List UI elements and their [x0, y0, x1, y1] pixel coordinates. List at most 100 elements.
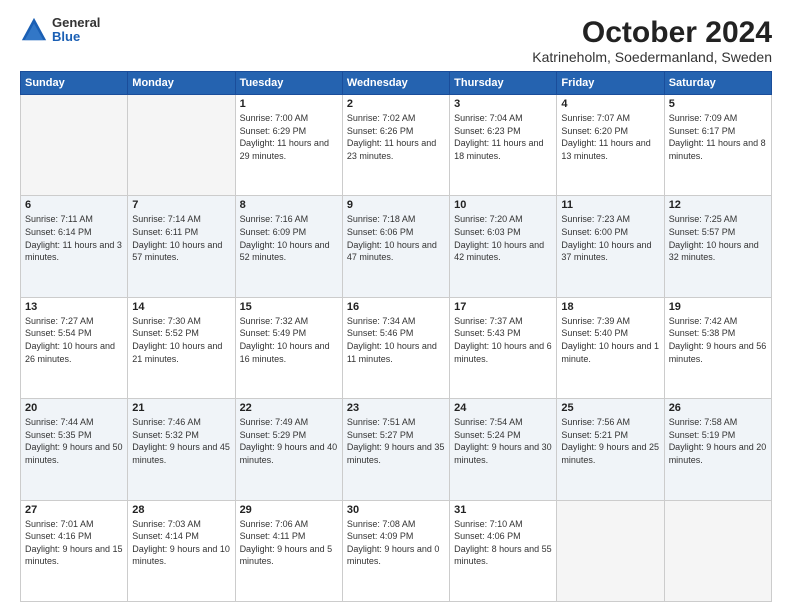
- day-info: Sunrise: 7:16 AM Sunset: 6:09 PM Dayligh…: [240, 213, 338, 263]
- calendar-cell: 25Sunrise: 7:56 AM Sunset: 5:21 PM Dayli…: [557, 399, 664, 500]
- calendar-cell: 11 Sunrise: 7:23 AM Sunset: 6:00 PM Dayli…: [557, 196, 664, 297]
- calendar-cell: 31 Sunrise: 7:10 AM Sunset: 4:06 PM Dayli…: [450, 500, 557, 601]
- day-number: 15: [240, 301, 338, 313]
- day-number: 31: [454, 504, 552, 516]
- col-sunday: Sunday: [21, 72, 128, 95]
- day-number: 1: [240, 98, 338, 110]
- calendar-cell: 29Sunrise: 7:06 AM Sunset: 4:11 PM Dayli…: [235, 500, 342, 601]
- day-number: 4: [561, 98, 659, 110]
- calendar-cell: 27Sunrise: 7:01 AM Sunset: 4:16 PM Dayli…: [21, 500, 128, 601]
- subtitle: Katrineholm, Soedermanland, Sweden: [532, 49, 772, 65]
- calendar-cell: [664, 500, 771, 601]
- day-number: 23: [347, 402, 445, 414]
- day-info: Sunrise: 7:54 AM Sunset: 5:24 PM Dayligh…: [454, 416, 552, 466]
- day-info: Sunrise: 7:07 AM Sunset: 6:20 PM Dayligh…: [561, 112, 659, 162]
- calendar-cell: 1 Sunrise: 7:00 AM Sunset: 6:29 PM Daylig…: [235, 95, 342, 196]
- calendar-cell: 17 Sunrise: 7:37 AM Sunset: 5:43 PM Dayli…: [450, 297, 557, 398]
- calendar-cell: 6 Sunrise: 7:11 AM Sunset: 6:14 PM Daylig…: [21, 196, 128, 297]
- day-number: 10: [454, 199, 552, 211]
- day-info: Sunrise: 7:44 AM Sunset: 5:35 PM Dayligh…: [25, 416, 123, 466]
- day-info: Sunrise: 7:06 AM Sunset: 4:11 PM Dayligh…: [240, 518, 338, 568]
- day-number: 9: [347, 199, 445, 211]
- day-info: Sunrise: 7:00 AM Sunset: 6:29 PM Dayligh…: [240, 112, 338, 162]
- calendar-cell: [128, 95, 235, 196]
- calendar-cell: 20 Sunrise: 7:44 AM Sunset: 5:35 PM Dayli…: [21, 399, 128, 500]
- day-number: 20: [25, 402, 123, 414]
- logo-icon: [20, 16, 48, 44]
- calendar-cell: 2 Sunrise: 7:02 AM Sunset: 6:26 PM Daylig…: [342, 95, 449, 196]
- calendar-cell: 10 Sunrise: 7:20 AM Sunset: 6:03 PM Dayli…: [450, 196, 557, 297]
- calendar-cell: 18 Sunrise: 7:39 AM Sunset: 5:40 PM Dayli…: [557, 297, 664, 398]
- col-monday: Monday: [128, 72, 235, 95]
- day-info: Sunrise: 7:34 AM Sunset: 5:46 PM Dayligh…: [347, 315, 445, 365]
- day-info: Sunrise: 7:20 AM Sunset: 6:03 PM Dayligh…: [454, 213, 552, 263]
- day-number: 13: [25, 301, 123, 313]
- col-thursday: Thursday: [450, 72, 557, 95]
- calendar-cell: 22 Sunrise: 7:49 AM Sunset: 5:29 PM Dayli…: [235, 399, 342, 500]
- day-info: Sunrise: 7:46 AM Sunset: 5:32 PM Dayligh…: [132, 416, 230, 466]
- day-number: 24: [454, 402, 552, 414]
- day-info: Sunrise: 7:11 AM Sunset: 6:14 PM Dayligh…: [25, 213, 123, 263]
- day-info: Sunrise: 7:14 AM Sunset: 6:11 PM Dayligh…: [132, 213, 230, 263]
- day-number: 14: [132, 301, 230, 313]
- day-info: Sunrise: 7:09 AM Sunset: 6:17 PM Dayligh…: [669, 112, 767, 162]
- day-info: Sunrise: 7:08 AM Sunset: 4:09 PM Dayligh…: [347, 518, 445, 568]
- day-number: 2: [347, 98, 445, 110]
- page: General Blue October 2024 Katrineholm, S…: [0, 0, 792, 612]
- day-number: 8: [240, 199, 338, 211]
- calendar-week-1: 1 Sunrise: 7:00 AM Sunset: 6:29 PM Daylig…: [21, 95, 772, 196]
- day-info: Sunrise: 7:23 AM Sunset: 6:00 PM Dayligh…: [561, 213, 659, 263]
- calendar-cell: 26Sunrise: 7:58 AM Sunset: 5:19 PM Dayli…: [664, 399, 771, 500]
- calendar-cell: 15 Sunrise: 7:32 AM Sunset: 5:49 PM Dayli…: [235, 297, 342, 398]
- calendar-cell: 14 Sunrise: 7:30 AM Sunset: 5:52 PM Dayli…: [128, 297, 235, 398]
- day-info: Sunrise: 7:27 AM Sunset: 5:54 PM Dayligh…: [25, 315, 123, 365]
- calendar-cell: 21 Sunrise: 7:46 AM Sunset: 5:32 PM Dayli…: [128, 399, 235, 500]
- day-info: Sunrise: 7:32 AM Sunset: 5:49 PM Dayligh…: [240, 315, 338, 365]
- day-info: Sunrise: 7:10 AM Sunset: 4:06 PM Dayligh…: [454, 518, 552, 568]
- day-info: Sunrise: 7:01 AM Sunset: 4:16 PM Dayligh…: [25, 518, 123, 568]
- col-saturday: Saturday: [664, 72, 771, 95]
- day-number: 16: [347, 301, 445, 313]
- day-info: Sunrise: 7:39 AM Sunset: 5:40 PM Dayligh…: [561, 315, 659, 365]
- day-number: 21: [132, 402, 230, 414]
- day-number: 17: [454, 301, 552, 313]
- calendar-table: Sunday Monday Tuesday Wednesday Thursday…: [20, 71, 772, 602]
- calendar-cell: 28 Sunrise: 7:03 AM Sunset: 4:14 PM Dayli…: [128, 500, 235, 601]
- logo-text: General Blue: [52, 16, 100, 45]
- calendar-week-3: 13 Sunrise: 7:27 AM Sunset: 5:54 PM Dayli…: [21, 297, 772, 398]
- calendar-cell: 30 Sunrise: 7:08 AM Sunset: 4:09 PM Dayli…: [342, 500, 449, 601]
- calendar-cell: [557, 500, 664, 601]
- calendar-week-5: 27Sunrise: 7:01 AM Sunset: 4:16 PM Dayli…: [21, 500, 772, 601]
- calendar-cell: 19Sunrise: 7:42 AM Sunset: 5:38 PM Dayli…: [664, 297, 771, 398]
- col-friday: Friday: [557, 72, 664, 95]
- calendar-cell: 12Sunrise: 7:25 AM Sunset: 5:57 PM Dayli…: [664, 196, 771, 297]
- calendar-cell: 13 Sunrise: 7:27 AM Sunset: 5:54 PM Dayli…: [21, 297, 128, 398]
- col-tuesday: Tuesday: [235, 72, 342, 95]
- calendar-cell: 4 Sunrise: 7:07 AM Sunset: 6:20 PM Daylig…: [557, 95, 664, 196]
- day-number: 3: [454, 98, 552, 110]
- calendar-cell: 16 Sunrise: 7:34 AM Sunset: 5:46 PM Dayli…: [342, 297, 449, 398]
- calendar-cell: 7Sunrise: 7:14 AM Sunset: 6:11 PM Daylig…: [128, 196, 235, 297]
- day-info: Sunrise: 7:03 AM Sunset: 4:14 PM Dayligh…: [132, 518, 230, 568]
- day-number: 6: [25, 199, 123, 211]
- title-block: October 2024 Katrineholm, Soedermanland,…: [532, 16, 772, 65]
- calendar-cell: 5Sunrise: 7:09 AM Sunset: 6:17 PM Daylig…: [664, 95, 771, 196]
- day-number: 18: [561, 301, 659, 313]
- day-number: 28: [132, 504, 230, 516]
- day-info: Sunrise: 7:49 AM Sunset: 5:29 PM Dayligh…: [240, 416, 338, 466]
- day-info: Sunrise: 7:37 AM Sunset: 5:43 PM Dayligh…: [454, 315, 552, 365]
- day-info: Sunrise: 7:51 AM Sunset: 5:27 PM Dayligh…: [347, 416, 445, 466]
- day-number: 22: [240, 402, 338, 414]
- day-info: Sunrise: 7:58 AM Sunset: 5:19 PM Dayligh…: [669, 416, 767, 466]
- calendar-cell: [21, 95, 128, 196]
- day-info: Sunrise: 7:30 AM Sunset: 5:52 PM Dayligh…: [132, 315, 230, 365]
- day-number: 11: [561, 199, 659, 211]
- day-info: Sunrise: 7:25 AM Sunset: 5:57 PM Dayligh…: [669, 213, 767, 263]
- day-info: Sunrise: 7:56 AM Sunset: 5:21 PM Dayligh…: [561, 416, 659, 466]
- day-number: 30: [347, 504, 445, 516]
- day-number: 19: [669, 301, 767, 313]
- day-info: Sunrise: 7:02 AM Sunset: 6:26 PM Dayligh…: [347, 112, 445, 162]
- calendar-week-2: 6 Sunrise: 7:11 AM Sunset: 6:14 PM Daylig…: [21, 196, 772, 297]
- calendar-cell: 9Sunrise: 7:18 AM Sunset: 6:06 PM Daylig…: [342, 196, 449, 297]
- col-wednesday: Wednesday: [342, 72, 449, 95]
